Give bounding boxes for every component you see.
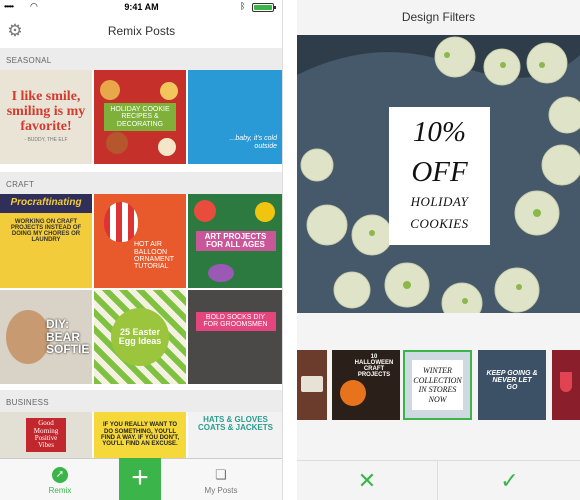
page-title: Remix Posts (107, 24, 176, 38)
close-icon: ✕ (357, 468, 377, 493)
tab-remix[interactable]: ➚ Remix (40, 459, 80, 500)
promo-text-box[interactable]: 10% OFF HOLIDAY COOKIES (389, 107, 490, 245)
filter-thumb-keep-going[interactable]: KEEP GOING & NEVER LET GO (478, 350, 546, 420)
post-tile-art-projects[interactable]: ART PROJECTS FOR ALL AGES (188, 194, 282, 288)
post-tile-good-morning[interactable]: Good Morning Positive Vibes (0, 412, 92, 458)
filter-thumb-cocktail[interactable] (552, 350, 580, 420)
design-preview: 10% OFF HOLIDAY COOKIES (297, 35, 580, 313)
page-title: Design Filters (401, 10, 476, 24)
post-tile-diy-bear[interactable]: DIY: BEAR SOFTIE (0, 290, 92, 384)
post-tile-if-you-really-want[interactable]: IF YOU REALLY WANT TO DO SOMETHING, YOU'… (94, 412, 186, 458)
post-tile-easter-eggs[interactable]: 25 Easter Egg Ideas (94, 290, 186, 384)
post-tile-bold-socks[interactable]: BOLD SOCKS DIY FOR GROOMSMEN (188, 290, 282, 384)
section-header-craft: CRAFT (0, 172, 282, 194)
battery-icon (252, 3, 276, 12)
post-tile-cookie-recipes[interactable]: HOLIDAY COOKIE RECIPES & DECORATING (94, 70, 186, 164)
cancel-button[interactable]: ✕ (297, 461, 438, 500)
post-tile-hot-air-balloon[interactable]: HOT AIR BALLOON ORNAMENT TUTORIAL (94, 194, 186, 288)
bluetooth-icon: ᛒ (240, 1, 246, 11)
nav-bar: ⚙ Remix Posts (0, 16, 282, 48)
filter-thumb-halloween[interactable]: 10 HALLOWEEN CRAFT PROJECTS (332, 350, 400, 420)
post-tile-hats-gloves[interactable]: HATS & GLOVES COATS & JACKETS (188, 412, 282, 458)
posts-stack-icon: ❏ (215, 467, 227, 482)
remix-posts-screen: ••••• ◠ 9:41 AM ᛒ ⚙ Remix Posts SEASONAL… (0, 0, 283, 500)
post-tile-procraftinating[interactable]: Procraftinating WORKING ON CRAFT PROJECT… (0, 194, 92, 288)
action-bar: ✕ ✓ (297, 460, 580, 500)
section-header-seasonal: SEASONAL (0, 48, 282, 70)
post-tile-smile[interactable]: I like smile, smiling is my favorite! - … (0, 70, 92, 164)
create-post-button[interactable]: + (119, 458, 161, 500)
plus-icon: + (131, 461, 149, 494)
compass-icon: ➚ (52, 467, 68, 483)
status-bar: ••••• ◠ 9:41 AM ᛒ (0, 0, 282, 14)
filter-thumb-coffee[interactable] (297, 350, 327, 420)
confirm-button[interactable]: ✓ (439, 461, 580, 500)
filter-thumb-winter[interactable]: WINTER COLLECTION IN STORES NOW (403, 350, 472, 420)
section-header-business: BUSINESS (0, 390, 282, 412)
design-filters-screen: Design Filters 10% OFF HOLIDAY COOKIES 1… (297, 0, 580, 500)
tab-my-posts[interactable]: ❏ My Posts (196, 459, 246, 500)
post-tile-baby-its-cold[interactable]: ...baby, it's cold outside (188, 70, 282, 164)
checkmark-icon: ✓ (500, 468, 519, 493)
filter-strip: 10 HALLOWEEN CRAFT PROJECTS WINTER COLLE… (297, 350, 580, 420)
